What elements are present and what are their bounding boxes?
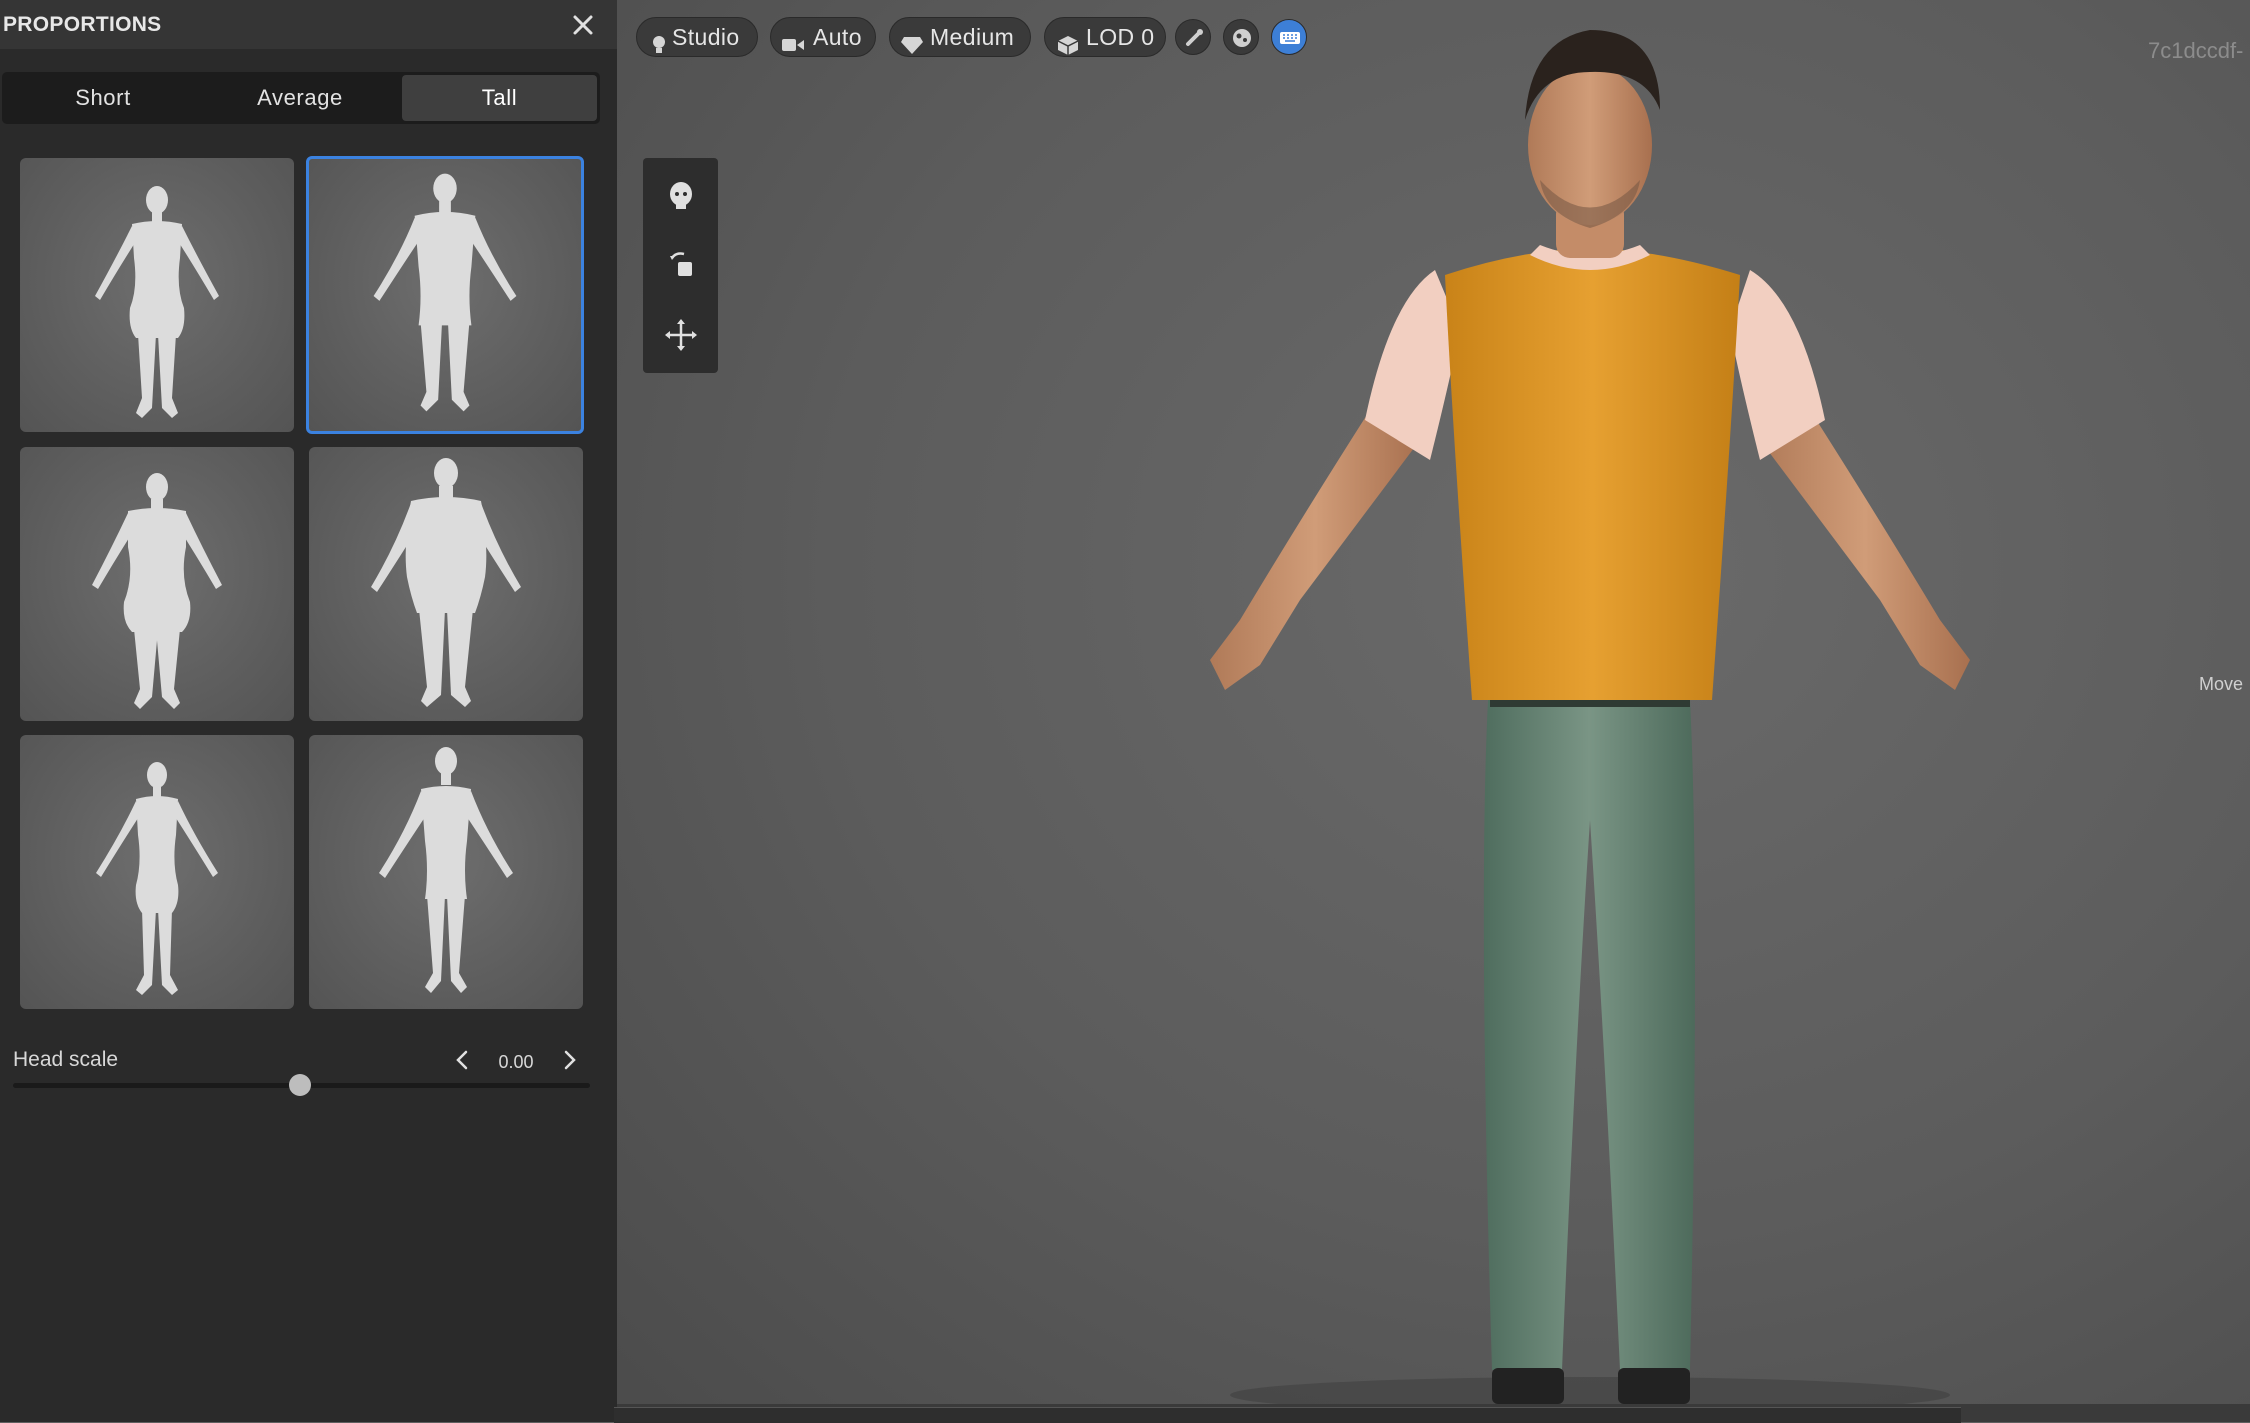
- lod-button[interactable]: LOD 0: [1044, 17, 1166, 57]
- preset-male-slim[interactable]: [306, 156, 584, 434]
- keyboard-icon: [1280, 32, 1300, 44]
- diamond-icon: [900, 28, 924, 66]
- female-body-icon: [95, 186, 219, 418]
- bone-icon: [1186, 29, 1203, 46]
- tab-tall[interactable]: Tall: [402, 75, 597, 121]
- lod-label: LOD 0: [1086, 24, 1155, 50]
- height-tabs: Short Average Tall: [2, 72, 600, 124]
- head-scale-value[interactable]: 0.00: [484, 1052, 548, 1073]
- panel-header: PROPORTIONS: [0, 0, 617, 49]
- tab-short[interactable]: Short: [5, 75, 201, 121]
- preset-male-heavy[interactable]: [309, 447, 583, 721]
- move-icon[interactable]: [662, 316, 700, 354]
- head-scale-label: Head scale: [13, 1048, 119, 1071]
- lighting-label: Studio: [672, 24, 740, 50]
- session-id: 7c1dccdf-: [2148, 38, 2244, 63]
- close-icon[interactable]: [570, 12, 596, 38]
- camera-button[interactable]: Auto: [770, 17, 876, 57]
- camera-icon: [781, 28, 805, 66]
- male-body-icon: [373, 173, 517, 412]
- viewport-tools: [643, 158, 718, 373]
- female-body-icon: [96, 762, 218, 995]
- male-body-icon: [371, 458, 521, 707]
- chevron-right-icon[interactable]: [552, 1042, 586, 1078]
- quality-label: Medium: [930, 24, 1015, 50]
- male-body-icon: [379, 747, 513, 993]
- proportions-panel: PROPORTIONS Short Average Tall Head scal…: [0, 0, 617, 1422]
- head-scale-slider-thumb[interactable]: [289, 1074, 311, 1096]
- quality-button[interactable]: Medium: [889, 17, 1031, 57]
- chevron-left-icon[interactable]: [446, 1042, 480, 1078]
- cube-icon: [1057, 28, 1079, 66]
- tab-average[interactable]: Average: [202, 75, 398, 121]
- 3d-viewport[interactable]: Studio Auto Medium LOD 0: [617, 0, 2250, 1422]
- bulb-icon: [651, 28, 667, 66]
- bone-toggle[interactable]: [1175, 19, 1211, 55]
- preset-female-thin[interactable]: [20, 735, 294, 1009]
- head-icon[interactable]: [662, 177, 700, 215]
- keyboard-toggle[interactable]: [1271, 19, 1307, 55]
- skin-icon: [1233, 29, 1251, 47]
- preset-female-heavy[interactable]: [20, 447, 294, 721]
- move-hint: Move: [2199, 674, 2244, 694]
- lighting-button[interactable]: Studio: [636, 17, 758, 57]
- timeline-bar[interactable]: [614, 1407, 1961, 1423]
- rotate-icon[interactable]: [662, 246, 700, 284]
- panel-title: PROPORTIONS: [3, 13, 162, 36]
- preset-female-slim[interactable]: [20, 158, 294, 432]
- female-body-icon: [92, 473, 222, 709]
- avatar-model: [1210, 30, 1970, 1404]
- skin-toggle[interactable]: [1223, 19, 1259, 55]
- preset-male-thin[interactable]: [309, 735, 583, 1009]
- camera-label: Auto: [813, 24, 862, 50]
